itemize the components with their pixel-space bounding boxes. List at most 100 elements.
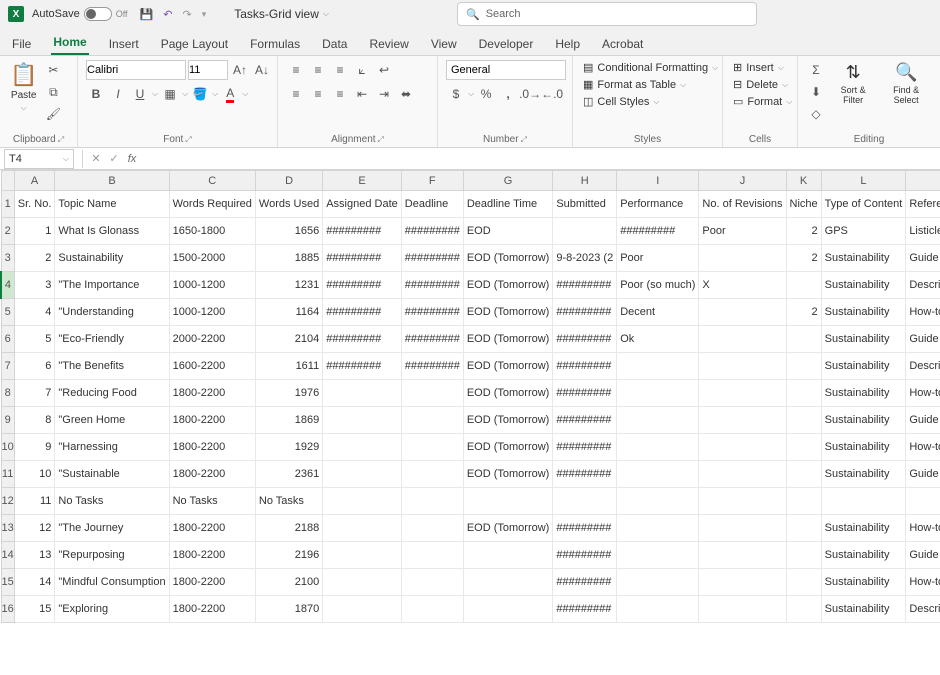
cell[interactable]	[699, 515, 786, 542]
cell[interactable]: Sustainability	[821, 434, 906, 461]
redo-icon[interactable]: ↷	[182, 8, 191, 21]
cell[interactable]: 1869	[255, 407, 322, 434]
cell[interactable]: #########	[401, 272, 463, 299]
cell[interactable]: EOD (Tomorrow)	[463, 245, 553, 272]
cell[interactable]: #########	[401, 353, 463, 380]
cell[interactable]	[463, 596, 553, 623]
cell[interactable]: 1800-2200	[169, 434, 255, 461]
dialog-launcher-icon[interactable]: ⤢	[378, 135, 384, 145]
row-header[interactable]: 8	[1, 380, 14, 407]
font-size-select[interactable]	[188, 60, 228, 80]
cell[interactable]: 2	[14, 245, 55, 272]
orientation-icon[interactable]: ⟀	[352, 60, 372, 80]
cell[interactable]: "The Importance	[55, 272, 169, 299]
cell[interactable]: No Tasks	[255, 488, 322, 515]
cell[interactable]: Ok	[617, 326, 699, 353]
file-title[interactable]: Tasks-Grid view ⌵	[234, 7, 329, 21]
cell[interactable]	[323, 515, 402, 542]
cell[interactable]: Sustainability	[821, 515, 906, 542]
row-header[interactable]: 10	[1, 434, 14, 461]
cell[interactable]: EOD (Tomorrow)	[463, 461, 553, 488]
comma-icon[interactable]: ,	[498, 84, 518, 104]
cell[interactable]: 1656	[255, 218, 322, 245]
clear-icon[interactable]: ◇	[806, 104, 826, 124]
name-box[interactable]: T4 ⌵	[4, 149, 74, 169]
row-header[interactable]: 4	[1, 272, 14, 299]
cell[interactable]: Sr. No.	[14, 191, 55, 218]
cell[interactable]	[401, 434, 463, 461]
tab-formulas[interactable]: Formulas	[248, 33, 302, 55]
cell[interactable]: No Tasks	[55, 488, 169, 515]
format-painter-icon[interactable]: 🖌	[43, 104, 63, 124]
cell[interactable]: 2000-2200	[169, 326, 255, 353]
border-icon[interactable]: ▦	[160, 84, 180, 104]
cell[interactable]	[401, 488, 463, 515]
cell[interactable]	[699, 596, 786, 623]
cell[interactable]: Sustainability	[821, 461, 906, 488]
cell[interactable]	[617, 380, 699, 407]
cell[interactable]: #########	[401, 299, 463, 326]
row-header[interactable]: 11	[1, 461, 14, 488]
row-header[interactable]: 1	[1, 191, 14, 218]
align-middle-icon[interactable]: ≡	[308, 60, 328, 80]
cell[interactable]: 2196	[255, 542, 322, 569]
cell[interactable]	[699, 569, 786, 596]
align-right-icon[interactable]: ≡	[330, 84, 350, 104]
column-header[interactable]: F	[401, 171, 463, 191]
cell[interactable]	[463, 542, 553, 569]
cell[interactable]: "Repurposing	[55, 542, 169, 569]
cell[interactable]: Deadline	[401, 191, 463, 218]
number-format-select[interactable]	[446, 60, 566, 80]
cell[interactable]: Sustainability	[821, 380, 906, 407]
cell[interactable]	[617, 542, 699, 569]
cell[interactable]: "Mindful Consumption	[55, 569, 169, 596]
cell[interactable]: "Green Home	[55, 407, 169, 434]
cell[interactable]	[323, 407, 402, 434]
cell[interactable]: Decent	[617, 299, 699, 326]
tab-data[interactable]: Data	[320, 33, 349, 55]
cell[interactable]	[401, 515, 463, 542]
tab-acrobat[interactable]: Acrobat	[600, 33, 645, 55]
cell[interactable]: 1800-2200	[169, 569, 255, 596]
cell[interactable]: #########	[553, 596, 617, 623]
tab-insert[interactable]: Insert	[107, 33, 141, 55]
save-icon[interactable]: 💾	[140, 8, 154, 21]
cell[interactable]: 1	[14, 218, 55, 245]
cell[interactable]: Sustainability	[821, 353, 906, 380]
cell[interactable]	[401, 542, 463, 569]
cell[interactable]	[401, 380, 463, 407]
cell[interactable]: 1885	[255, 245, 322, 272]
cell[interactable]: Deadline Time	[463, 191, 553, 218]
column-header[interactable]: B	[55, 171, 169, 191]
cell[interactable]: 1600-2200	[169, 353, 255, 380]
cell[interactable]: EOD (Tomorrow)	[463, 272, 553, 299]
cell[interactable]	[786, 569, 821, 596]
cell-styles-button[interactable]: ◫Cell Styles⌵	[581, 94, 661, 109]
cell[interactable]: 8	[14, 407, 55, 434]
cancel-icon[interactable]: ✕	[87, 152, 105, 165]
cell[interactable]: #########	[323, 272, 402, 299]
align-center-icon[interactable]: ≡	[308, 84, 328, 104]
select-all-corner[interactable]	[1, 171, 14, 191]
column-header[interactable]: K	[786, 171, 821, 191]
cell[interactable]: 1231	[255, 272, 322, 299]
cell[interactable]: Sustainability	[821, 299, 906, 326]
cell[interactable]: #########	[553, 326, 617, 353]
cell[interactable]	[617, 488, 699, 515]
cell[interactable]: Guide	[906, 326, 940, 353]
paste-button[interactable]: 📋 Paste ⌵	[8, 60, 39, 115]
format-button[interactable]: ▭Format⌵	[731, 94, 794, 109]
cell[interactable]: 12	[14, 515, 55, 542]
cell[interactable]: 14	[14, 569, 55, 596]
find-select-button[interactable]: 🔍 Find & Select	[880, 60, 932, 107]
cell[interactable]	[323, 488, 402, 515]
cell[interactable]	[401, 569, 463, 596]
cell[interactable]: 1800-2200	[169, 380, 255, 407]
insert-button[interactable]: ⊞Insert⌵	[731, 60, 786, 75]
tab-developer[interactable]: Developer	[477, 33, 536, 55]
cell[interactable]: "Harnessing	[55, 434, 169, 461]
chevron-down-icon[interactable]: ⌵	[182, 89, 188, 99]
cell[interactable]: "Eco-Friendly	[55, 326, 169, 353]
cell[interactable]	[617, 461, 699, 488]
cell[interactable]: 2104	[255, 326, 322, 353]
